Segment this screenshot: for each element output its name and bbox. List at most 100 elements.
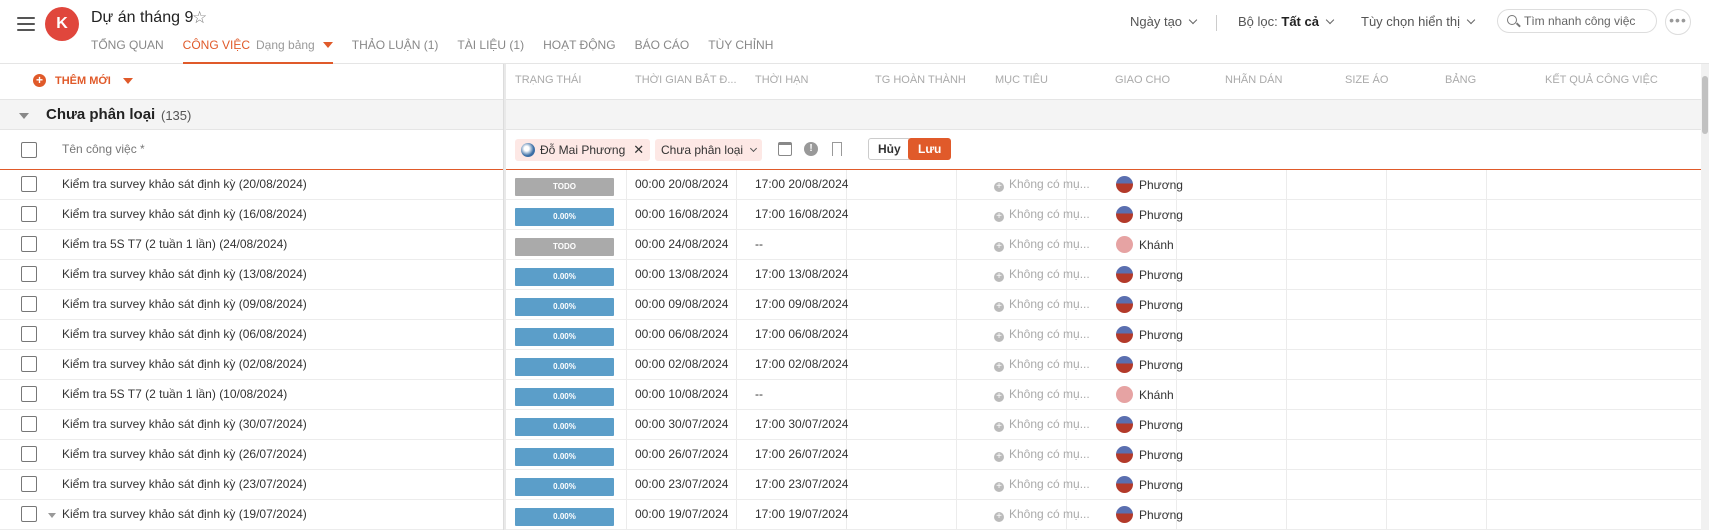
priority-icon[interactable]: !	[804, 142, 818, 156]
assignee-cell[interactable]: Phương	[1116, 416, 1183, 433]
start-time[interactable]: 00:00 19/07/2024	[635, 507, 728, 521]
start-time[interactable]: 00:00 09/08/2024	[635, 297, 728, 311]
due-time[interactable]: 17:00 16/08/2024	[755, 207, 848, 221]
scrollbar-thumb[interactable]	[1702, 76, 1708, 134]
row-checkbox[interactable]	[21, 206, 37, 222]
status-badge[interactable]: 0.00%	[515, 508, 614, 526]
due-time[interactable]: 17:00 26/07/2024	[755, 447, 848, 461]
table-row[interactable]: Kiểm tra survey khảo sát định kỳ (19/07/…	[0, 500, 504, 530]
row-checkbox[interactable]	[21, 506, 37, 522]
tab-discussion[interactable]: THẢO LUẬN (1)	[352, 38, 439, 64]
table-row[interactable]: Kiểm tra 5S T7 (2 tuần 1 lần) (24/08/202…	[0, 230, 504, 260]
due-time[interactable]: --	[755, 237, 763, 251]
due-time[interactable]: 17:00 20/08/2024	[755, 177, 848, 191]
status-badge[interactable]: 0.00%	[515, 208, 614, 226]
goal-cell[interactable]: + Không có mụ...	[994, 267, 1090, 282]
status-badge[interactable]: 0.00%	[515, 268, 614, 286]
goal-cell[interactable]: + Không có mụ...	[994, 447, 1090, 462]
status-badge[interactable]: 0.00%	[515, 478, 614, 496]
column-header-tags[interactable]: NHÃN DÁN	[1225, 74, 1282, 86]
cancel-button[interactable]: Hủy	[868, 138, 911, 160]
assignee-cell[interactable]: Khánh	[1116, 236, 1174, 253]
due-time[interactable]: 17:00 19/07/2024	[755, 507, 848, 521]
row-checkbox[interactable]	[21, 326, 37, 342]
caret-down-icon[interactable]	[122, 77, 133, 84]
status-badge[interactable]: 0.00%	[515, 358, 614, 376]
task-name[interactable]: Kiểm tra survey khảo sát định kỳ (13/08/…	[62, 267, 307, 281]
table-row[interactable]: Kiểm tra survey khảo sát định kỳ (02/08/…	[0, 350, 504, 380]
goal-cell[interactable]: + Không có mụ...	[994, 207, 1090, 222]
add-new-button[interactable]: + THÊM MỚI	[33, 74, 133, 87]
calendar-icon[interactable]	[778, 142, 792, 156]
search-input[interactable]: Tìm nhanh công việc	[1497, 9, 1657, 33]
vertical-scrollbar[interactable]	[1701, 64, 1709, 530]
table-row[interactable]: Kiểm tra survey khảo sát định kỳ (09/08/…	[0, 290, 504, 320]
start-time[interactable]: 00:00 02/08/2024	[635, 357, 728, 371]
assignee-cell[interactable]: Phương	[1116, 266, 1183, 283]
status-badge[interactable]: 0.00%	[515, 388, 614, 406]
tab-tasks[interactable]: CÔNG VIỆC Dạng bảng	[182, 38, 333, 64]
due-time[interactable]: 17:00 30/07/2024	[755, 417, 848, 431]
row-checkbox[interactable]	[21, 236, 37, 252]
table-row[interactable]: Kiểm tra survey khảo sát định kỳ (13/08/…	[0, 260, 504, 290]
column-header-start[interactable]: THỜI GIAN BẮT Đ...	[635, 74, 737, 86]
start-time[interactable]: 00:00 20/08/2024	[635, 177, 728, 191]
category-dropdown[interactable]: Chưa phân loại	[655, 139, 763, 161]
tab-overview[interactable]: TỔNG QUAN	[91, 38, 164, 64]
expand-icon[interactable]	[48, 513, 56, 518]
goal-cell[interactable]: + Không có mụ...	[994, 387, 1090, 402]
task-name[interactable]: Kiểm tra survey khảo sát định kỳ (09/08/…	[62, 297, 307, 311]
due-time[interactable]: 17:00 02/08/2024	[755, 357, 848, 371]
select-all-checkbox[interactable]	[21, 142, 37, 158]
start-time[interactable]: 00:00 10/08/2024	[635, 387, 728, 401]
filter-dropdown[interactable]: Bộ lọc: Tất cả	[1238, 14, 1335, 29]
due-time[interactable]: 17:00 09/08/2024	[755, 297, 848, 311]
due-time[interactable]: 17:00 13/08/2024	[755, 267, 848, 281]
group-header[interactable]: Chưa phân loại (135)	[0, 99, 504, 130]
task-name[interactable]: Kiểm tra survey khảo sát định kỳ (16/08/…	[62, 207, 307, 221]
bookmark-icon[interactable]	[832, 142, 842, 156]
status-badge[interactable]: TODO	[515, 178, 614, 196]
assignee-chip[interactable]: Đỗ Mai Phương ✕	[515, 139, 651, 161]
task-name[interactable]: Kiểm tra survey khảo sát định kỳ (19/07/…	[62, 507, 307, 521]
row-checkbox[interactable]	[21, 266, 37, 282]
more-options-button[interactable]: •••	[1665, 9, 1691, 35]
column-header-status[interactable]: TRẠNG THÁI	[515, 74, 581, 86]
status-badge[interactable]: TODO	[515, 238, 614, 256]
table-row[interactable]: Kiểm tra survey khảo sát định kỳ (23/07/…	[0, 470, 504, 500]
task-name[interactable]: Kiểm tra 5S T7 (2 tuần 1 lần) (24/08/202…	[62, 237, 287, 251]
start-time[interactable]: 00:00 23/07/2024	[635, 477, 728, 491]
row-checkbox[interactable]	[21, 356, 37, 372]
status-badge[interactable]: 0.00%	[515, 418, 614, 436]
tab-reports[interactable]: BÁO CÁO	[635, 38, 690, 64]
table-row[interactable]: Kiểm tra survey khảo sát định kỳ (30/07/…	[0, 410, 504, 440]
star-icon[interactable]: ☆	[192, 8, 207, 28]
row-checkbox[interactable]	[21, 476, 37, 492]
assignee-cell[interactable]: Phương	[1116, 446, 1183, 463]
save-button[interactable]: Lưu	[908, 138, 952, 160]
goal-cell[interactable]: + Không có mụ...	[994, 477, 1090, 492]
goal-cell[interactable]: + Không có mụ...	[994, 357, 1090, 372]
goal-cell[interactable]: + Không có mụ...	[994, 297, 1090, 312]
tab-activity[interactable]: HOẠT ĐỘNG	[543, 38, 615, 64]
due-time[interactable]: 17:00 23/07/2024	[755, 477, 848, 491]
due-time[interactable]: 17:00 06/08/2024	[755, 327, 848, 341]
assignee-cell[interactable]: Phương	[1116, 176, 1183, 193]
row-checkbox[interactable]	[21, 416, 37, 432]
row-checkbox[interactable]	[21, 176, 37, 192]
status-badge[interactable]: 0.00%	[515, 328, 614, 346]
column-header-size[interactable]: SIZE ÁO	[1345, 74, 1388, 86]
row-checkbox[interactable]	[21, 296, 37, 312]
goal-cell[interactable]: + Không có mụ...	[994, 417, 1090, 432]
goal-cell[interactable]: + Không có mụ...	[994, 237, 1090, 252]
caret-down-icon[interactable]	[322, 42, 333, 48]
assignee-cell[interactable]: Phương	[1116, 476, 1183, 493]
column-header-result[interactable]: KẾT QUẢ CÔNG VIỆC	[1545, 74, 1658, 86]
table-row[interactable]: Kiểm tra survey khảo sát định kỳ (20/08/…	[0, 170, 504, 200]
column-header-due[interactable]: THỜI HẠN	[755, 74, 808, 86]
table-row[interactable]: Kiểm tra survey khảo sát định kỳ (16/08/…	[0, 200, 504, 230]
assignee-cell[interactable]: Phương	[1116, 206, 1183, 223]
status-badge[interactable]: 0.00%	[515, 298, 614, 316]
column-header-assignee[interactable]: GIAO CHO	[1115, 74, 1170, 86]
assignee-cell[interactable]: Phương	[1116, 296, 1183, 313]
